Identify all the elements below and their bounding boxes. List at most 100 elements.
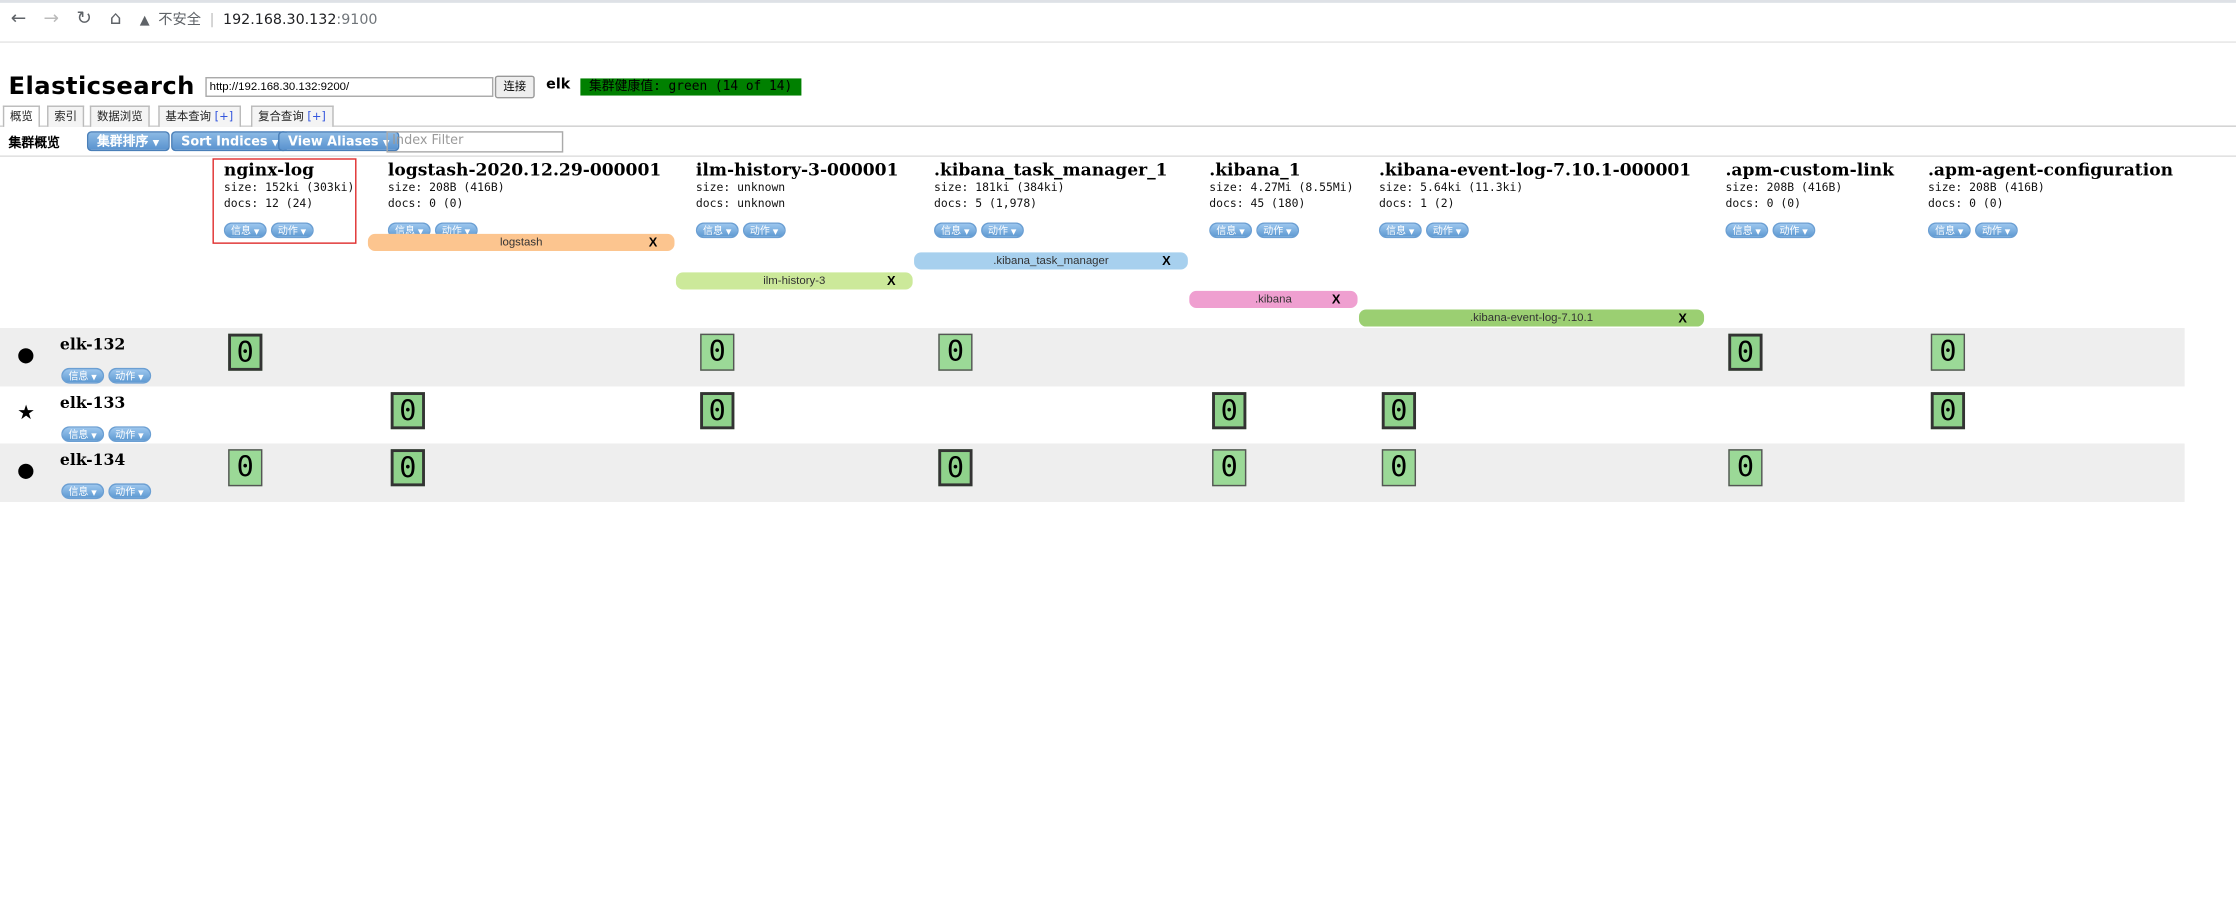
tab-compound-query[interactable]: 复合查询 [+] [250,105,333,127]
connect-url-input[interactable]: http://192.168.30.132:9200/ [205,77,494,97]
index-header: ilm-history-3-000001 size: unknown docs:… [695,159,899,240]
tab-label: 数据浏览 [96,109,143,123]
tab-browser[interactable]: 数据浏览 [89,105,150,127]
node-action-button[interactable]: 动作 ▼ [108,367,151,384]
shard-primary[interactable]: 0 [938,449,973,487]
shard-replica[interactable]: 0 [228,449,263,487]
address-bar[interactable]: ▲ 不安全 | 192.168.30.132:9100 [140,7,2222,36]
shard-replica[interactable]: 0 [1212,449,1247,487]
forward-icon[interactable]: → [41,9,61,30]
index-action-button[interactable]: 动作 ▼ [1256,222,1299,239]
chevron-down-icon: ▼ [1455,228,1462,237]
alias-remove-button[interactable]: X [1162,252,1171,269]
index-name: .kibana-event-log-7.10.1-000001 [1378,159,1692,180]
index-info-button[interactable]: 信息 ▼ [934,222,977,239]
chevron-down-icon: ▼ [1010,228,1017,237]
index-info-button[interactable]: 信息 ▼ [1725,222,1769,239]
index-info-button[interactable]: 信息 ▼ [1927,222,1971,239]
index-action-button[interactable]: 动作 ▼ [1425,222,1469,239]
action-label: 动作 [749,225,770,237]
chevron-down-icon: ▼ [963,228,970,237]
chevron-down-icon: ▼ [772,228,779,237]
chevron-down-icon: ▼ [138,373,144,383]
warning-icon: ▲ [139,14,150,29]
chevron-down-icon: ▼ [91,373,97,383]
chevron-down-icon: ▼ [138,432,144,441]
node-info-button[interactable]: 信息 ▼ [61,426,104,443]
tab-label: 概览 [9,109,33,123]
node-name: elk-132 [59,335,126,354]
shard-primary[interactable]: 0 [1930,392,1966,430]
shard-replica[interactable]: 0 [938,333,973,371]
home-icon[interactable]: ⌂ [106,9,126,30]
index-action-button[interactable]: 动作 ▼ [1772,222,1815,239]
index-info-button[interactable]: 信息 ▼ [1378,222,1422,239]
action-label: 动作 [1981,225,2002,237]
alias-bar[interactable]: .kibana X [1189,290,1358,309]
shard-primary[interactable]: 0 [1728,333,1763,371]
alias-bar[interactable]: ilm-history-3 X [675,272,913,290]
shard-primary[interactable]: 0 [228,333,263,371]
chevron-down-icon: ▼ [1239,228,1245,237]
alias-remove-button[interactable]: X [887,272,896,289]
index-action-button[interactable]: 动作 ▼ [980,222,1024,239]
index-name: nginx-log [223,159,315,180]
index-header: .kibana_1 size: 4.27Mi (8.55Mi) docs: 45… [1209,160,1353,240]
node-action-button[interactable]: 动作 ▼ [108,483,151,500]
index-docs: docs: 5 (1,978) [934,196,1038,210]
node-info-button[interactable]: 信息 ▼ [61,367,104,384]
shard-replica[interactable]: 0 [1728,449,1763,487]
index-header: nginx-log size: 152ki (303ki) docs: 12 (… [223,159,354,240]
sort-indices-dropdown[interactable]: Sort Indices ▼ [171,131,289,152]
tab-label: 复合查询 [258,109,304,123]
shard-primary[interactable]: 0 [1381,392,1417,430]
action-label: 动作 [115,486,136,498]
node-row: ★ elk-133 信息 ▼ 动作 ▼ 0 0 0 0 0 [0,386,2185,444]
alias-bar[interactable]: logstash X [367,233,675,251]
alias-remove-button[interactable]: X [649,234,658,251]
chevron-down-icon: ▼ [152,138,160,149]
action-label: 动作 [277,225,298,237]
index-docs: docs: 1 (2) [1378,196,1455,210]
node-action-button[interactable]: 动作 ▼ [108,426,151,443]
node-info-button[interactable]: 信息 ▼ [61,483,104,500]
index-name: .kibana_1 [1209,159,1301,180]
index-docs: docs: 12 (24) [223,196,314,210]
index-filter-input[interactable]: Index Filter [386,131,564,153]
node-icon: ● [17,343,35,367]
alias-remove-button[interactable]: X [1678,309,1687,326]
index-action-button[interactable]: 动作 ▼ [270,222,314,239]
index-info-button[interactable]: 信息 ▼ [223,222,267,239]
reload-icon[interactable]: ↻ [74,9,94,30]
chevron-down-icon: ▼ [2004,228,2011,237]
tab-plus: [+] [307,109,326,123]
alias-remove-button[interactable]: X [1332,291,1341,308]
shard-replica[interactable]: 0 [1930,333,1966,371]
index-action-button[interactable]: 动作 ▼ [742,222,786,239]
index-docs: docs: 0 (0) [387,196,464,210]
sort-cluster-dropdown[interactable]: 集群排序 ▼ [86,131,170,152]
shard-primary[interactable]: 0 [1212,392,1247,430]
shard-primary[interactable]: 0 [390,449,425,487]
alias-bar[interactable]: .kibana-event-log-7.10.1 X [1358,309,1705,327]
tab-indices[interactable]: 索引 [47,105,85,127]
index-header: .apm-agent-configuration size: 208B (416… [1927,160,2173,240]
index-info-button[interactable]: 信息 ▼ [1209,222,1252,239]
cluster-name: elk [546,77,571,93]
shard-primary[interactable]: 0 [700,392,735,430]
chevron-down-icon: ▼ [300,228,307,237]
shard-replica[interactable]: 0 [700,333,735,371]
view-aliases-dropdown[interactable]: View Aliases ▼ [278,131,400,152]
shard-replica[interactable]: 0 [1381,449,1417,487]
index-action-button[interactable]: 动作 ▼ [1974,222,2018,239]
tab-basic-query[interactable]: 基本查询 [+] [158,105,241,127]
back-icon[interactable]: ← [9,9,29,30]
alias-bar[interactable]: .kibana_task_manager X [914,252,1188,270]
index-name: .kibana_task_manager_1 [934,159,1168,180]
shard-primary[interactable]: 0 [390,392,425,430]
index-name: ilm-history-3-000001 [695,159,899,180]
index-info-button[interactable]: 信息 ▼ [695,222,739,239]
tab-overview[interactable]: 概览 [2,105,40,129]
index-size: size: 5.64ki (11.3ki) [1378,181,1524,194]
connect-button[interactable]: 连接 [494,75,535,99]
